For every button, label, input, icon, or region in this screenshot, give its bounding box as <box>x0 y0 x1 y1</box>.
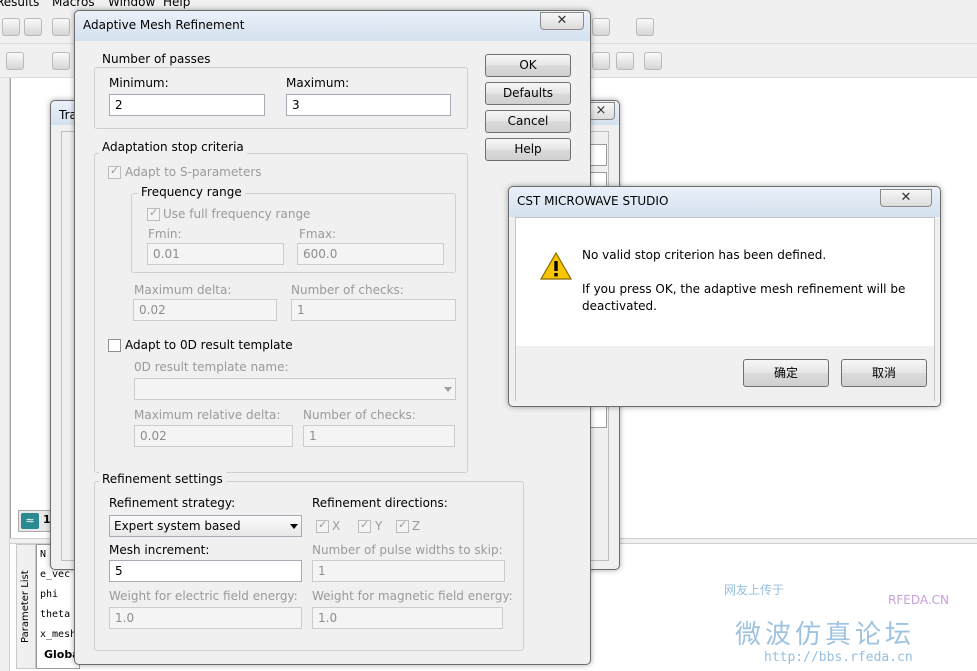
message-line-1: No valid stop criterion has been defined… <box>582 248 827 262</box>
amr-title: Adaptive Mesh Refinement <box>83 18 245 32</box>
adapt-0d-checkbox[interactable] <box>108 339 121 352</box>
fmax-input[interactable]: 600.0 <box>297 243 444 265</box>
strategy-value: Expert system based <box>114 519 241 533</box>
toolbar-icon[interactable] <box>592 18 610 36</box>
num-checks-label: Number of checks: <box>291 283 404 297</box>
chevron-down-icon <box>290 524 298 529</box>
direction-x-label: X <box>332 519 341 533</box>
list-item[interactable]: phi <box>37 585 79 605</box>
warning-icon <box>540 252 572 280</box>
adapt-s-params-checkbox[interactable] <box>108 164 121 179</box>
direction-x-checkbox[interactable] <box>316 518 329 533</box>
weight-magnetic-label: Weight for magnetic field energy: <box>312 589 513 603</box>
weight-electric-input[interactable]: 1.0 <box>109 607 302 629</box>
ok-button[interactable]: OK <box>485 54 571 77</box>
fmin-input[interactable]: 0.01 <box>147 243 284 265</box>
max-rel-delta-label: Maximum relative delta: <box>134 408 281 422</box>
toolbar-icon[interactable] <box>2 18 20 36</box>
message-title: CST MICROWAVE STUDIO <box>517 194 669 208</box>
close-icon[interactable]: × <box>587 102 615 120</box>
max-delta-label: Maximum delta: <box>134 283 232 297</box>
min-passes-input[interactable]: 2 <box>109 94 265 116</box>
frequency-range-label: Frequency range <box>138 185 245 199</box>
toolbar-icon[interactable] <box>636 18 654 36</box>
strategy-select[interactable]: Expert system based <box>109 515 302 537</box>
template-name-select[interactable] <box>134 378 456 400</box>
list-item[interactable]: theta <box>37 605 79 625</box>
menu-window[interactable]: Window <box>108 0 155 9</box>
weight-magnetic-input[interactable]: 1.0 <box>312 607 503 629</box>
toolbar-icon[interactable] <box>592 52 610 70</box>
list-item[interactable]: x_mesh <box>37 625 79 645</box>
message-footer: 确定 取消 <box>516 346 934 401</box>
min-label: Minimum: <box>109 76 169 90</box>
mesh-increment-label: Mesh increment: <box>109 543 210 557</box>
directions-label: Refinement directions: <box>312 496 448 510</box>
watermark-upload: 网友上传于 <box>724 583 785 597</box>
max-rel-delta-input[interactable]: 0.02 <box>134 425 293 447</box>
template-name-label: 0D result template name: <box>134 360 289 374</box>
max-passes-input[interactable]: 3 <box>286 94 451 116</box>
mesh-increment-input[interactable]: 5 <box>109 560 302 582</box>
num-checks-input[interactable]: 1 <box>291 299 456 321</box>
adapt-s-params-label: Adapt to S-parameters <box>125 165 262 179</box>
num-checks-2-label: Number of checks: <box>303 408 416 422</box>
waves-icon: ≈ <box>21 513 39 529</box>
defaults-button[interactable]: Defaults <box>485 82 571 105</box>
menu-macros[interactable]: Macros <box>52 0 95 9</box>
message-titlebar[interactable]: CST MICROWAVE STUDIO ✕ <box>509 187 940 217</box>
passes-group-label: Number of passes <box>99 52 214 66</box>
use-full-range-checkbox[interactable] <box>147 206 160 221</box>
adapt-0d-label: Adapt to 0D result template <box>125 338 293 352</box>
help-button[interactable]: Help <box>485 138 571 161</box>
message-line-2: If you press OK, the adaptive mesh refin… <box>582 282 906 296</box>
direction-z-checkbox[interactable] <box>396 518 409 533</box>
refinement-group-label: Refinement settings <box>99 472 226 486</box>
fmax-label: Fmax: <box>299 227 337 241</box>
cancel-button[interactable]: Cancel <box>485 110 571 133</box>
strategy-label: Refinement strategy: <box>109 496 236 510</box>
toolbar-icon[interactable] <box>52 52 70 70</box>
confirm-button[interactable]: 确定 <box>743 359 829 387</box>
cancel-button[interactable]: 取消 <box>841 359 927 387</box>
chevron-down-icon <box>444 387 452 392</box>
close-icon[interactable]: ✕ <box>880 189 932 207</box>
toolbar-icon[interactable] <box>24 18 42 36</box>
menu-bar: Results Macros Window Help <box>0 0 977 10</box>
num-checks-2-input[interactable]: 1 <box>303 425 455 447</box>
watermark-url: http://bbs.rfeda.cn <box>764 650 913 665</box>
direction-y-label: Y <box>375 519 383 533</box>
close-icon[interactable]: ✕ <box>540 12 584 30</box>
max-delta-input[interactable]: 0.02 <box>133 299 277 321</box>
max-label: Maximum: <box>286 76 350 90</box>
stop-criteria-label: Adaptation stop criteria <box>99 140 247 154</box>
parameter-list-tab[interactable]: Parameter List <box>16 544 36 669</box>
use-full-range-label: Use full frequency range <box>163 207 311 221</box>
amr-titlebar[interactable]: Adaptive Mesh Refinement ✕ <box>75 11 590 41</box>
message-line-3: deactivated. <box>582 299 657 313</box>
toolbar-icon[interactable] <box>52 18 70 36</box>
toolbar-icon[interactable] <box>644 52 662 70</box>
pulse-widths-label: Number of pulse widths to skip: <box>312 543 503 557</box>
weight-electric-label: Weight for electric field energy: <box>109 589 298 603</box>
pulse-widths-input[interactable]: 1 <box>312 560 505 582</box>
direction-z-label: Z <box>412 519 421 533</box>
fmin-label: Fmin: <box>148 227 182 241</box>
parameter-list-tab-label: Parameter List <box>20 570 31 643</box>
menu-results[interactable]: Results <box>0 0 39 9</box>
cst-message-box: CST MICROWAVE STUDIO ✕ No valid stop cri… <box>508 186 941 407</box>
watermark-chinese: 微波仿真论坛 <box>735 620 916 650</box>
message-body: No valid stop criterion has been defined… <box>515 217 935 401</box>
menu-help[interactable]: Help <box>163 0 190 9</box>
direction-y-checkbox[interactable] <box>358 518 371 533</box>
toolbar-icon[interactable] <box>6 52 24 70</box>
watermark-brand: RFEDA.CN <box>888 593 950 607</box>
left-panel <box>0 78 10 671</box>
toolbar-icon[interactable] <box>616 52 634 70</box>
